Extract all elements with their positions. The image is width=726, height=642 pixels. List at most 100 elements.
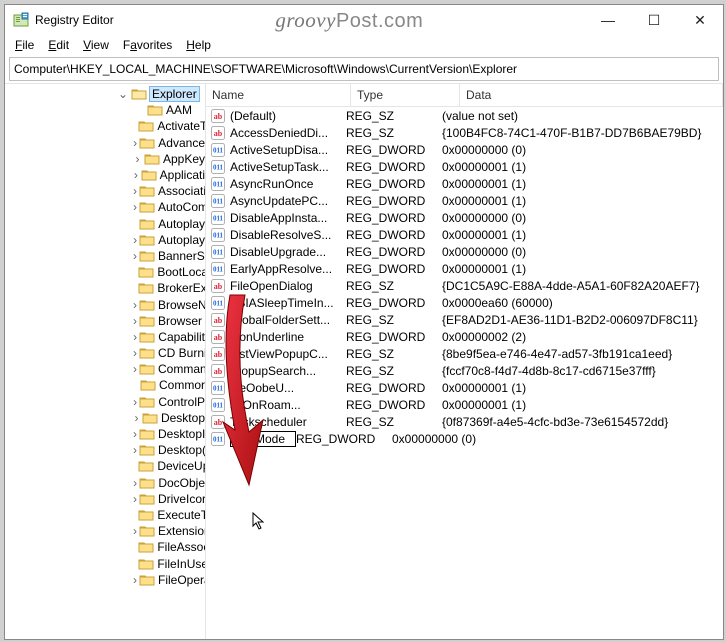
menu-help[interactable]: Help: [180, 36, 217, 54]
expand-icon[interactable]: ›: [133, 153, 142, 165]
list-header[interactable]: Name Type Data: [206, 84, 723, 107]
value-row[interactable]: abAccessDeniedDi...REG_SZ{100B4FC8-74C1-…: [206, 124, 723, 141]
value-name[interactable]: ListViewPopupC...: [230, 347, 346, 361]
value-name[interactable]: Taskscheduler: [230, 415, 346, 429]
value-row[interactable]: 011aitOnRoam...REG_DWORD0x00000001 (1): [206, 396, 723, 413]
tree-item[interactable]: ›Comman: [5, 361, 205, 377]
expand-icon[interactable]: ›: [133, 185, 137, 197]
expand-icon[interactable]: ›: [133, 363, 137, 375]
tree-item[interactable]: FileInUse: [5, 555, 205, 571]
tree-item[interactable]: FileAssoc: [5, 539, 205, 555]
value-name[interactable]: EarlyAppResolve...: [230, 262, 346, 276]
tree-item[interactable]: ›DriveIcor: [5, 491, 205, 507]
value-name[interactable]: IconUnderline: [230, 330, 346, 344]
expand-icon[interactable]: ›: [133, 493, 137, 505]
value-name[interactable]: /PopupSearch...: [230, 364, 346, 378]
tree-item[interactable]: ›DocObje: [5, 475, 205, 491]
expand-icon[interactable]: ›: [133, 234, 137, 246]
value-name[interactable]: GlobalFolderSett...: [230, 313, 346, 327]
value-row[interactable]: 011AsyncUpdatePC...REG_DWORD0x00000001 (…: [206, 192, 723, 209]
expand-icon[interactable]: ›: [133, 250, 137, 262]
value-name[interactable]: (Default): [230, 109, 346, 123]
menu-view[interactable]: View: [77, 36, 115, 54]
value-row[interactable]: 011DisableUpgrade...REG_DWORD0x00000000 …: [206, 243, 723, 260]
expand-icon[interactable]: ›: [133, 396, 137, 408]
value-row[interactable]: abGlobalFolderSett...REG_SZ{EF8AD2D1-AE3…: [206, 311, 723, 328]
tree-item[interactable]: ›BannerSt: [5, 248, 205, 264]
value-row[interactable]: abTaskschedulerREG_SZ{0f87369f-a4e5-4cfc…: [206, 413, 723, 430]
list-body[interactable]: ab(Default)REG_SZ(value not set)abAccess…: [206, 107, 723, 639]
expand-icon[interactable]: ›: [133, 299, 137, 311]
value-row[interactable]: 011FSIASleepTimeIn...REG_DWORD0x0000ea60…: [206, 294, 723, 311]
tree-item[interactable]: ›Capabilit: [5, 329, 205, 345]
expand-icon[interactable]: ›: [133, 525, 137, 537]
value-row[interactable]: 011DisableResolveS...REG_DWORD0x00000001…: [206, 226, 723, 243]
minimize-button[interactable]: —: [585, 5, 631, 35]
value-row[interactable]: ab(Default)REG_SZ(value not set): [206, 107, 723, 124]
value-row[interactable]: abListViewPopupC...REG_SZ{8be9f5ea-e746-…: [206, 345, 723, 362]
tree-item[interactable]: ›CD Burni: [5, 345, 205, 361]
tree-item[interactable]: ›FileOpera: [5, 572, 205, 588]
maximize-button[interactable]: ☐: [631, 5, 677, 35]
menu-file[interactable]: File: [9, 36, 40, 54]
value-name[interactable]: HubMode: [230, 431, 296, 447]
expand-icon[interactable]: ›: [133, 574, 137, 586]
tree-item-selected[interactable]: ⌄Explorer: [5, 86, 205, 102]
tree-item[interactable]: ›Autoplay: [5, 232, 205, 248]
expand-icon[interactable]: [133, 509, 136, 521]
tree-item[interactable]: ›AppKey: [5, 151, 205, 167]
tree-item[interactable]: ›ControlP: [5, 394, 205, 410]
tree-panel[interactable]: ⌄Explorer AAM ActivateT›Advance›AppKey›A…: [5, 84, 206, 639]
column-name[interactable]: Name: [206, 84, 351, 106]
expand-icon[interactable]: ›: [133, 444, 137, 456]
tree-item[interactable]: ›BrowseN: [5, 296, 205, 312]
close-button[interactable]: ✕: [677, 5, 723, 35]
expand-icon[interactable]: [133, 558, 136, 570]
menu-favorites[interactable]: Favorites: [117, 36, 178, 54]
tree-item[interactable]: Commor: [5, 377, 205, 393]
value-row[interactable]: 011DisableAppInsta...REG_DWORD0x00000000…: [206, 209, 723, 226]
value-row[interactable]: 011EarlyAppResolve...REG_DWORD0x00000001…: [206, 260, 723, 277]
column-type[interactable]: Type: [351, 84, 460, 106]
tree-item[interactable]: ›Desktop: [5, 410, 205, 426]
expand-icon[interactable]: [133, 460, 136, 472]
expand-icon[interactable]: [133, 218, 137, 230]
tree-item[interactable]: ActivateT: [5, 118, 205, 134]
value-name[interactable]: ActiveSetupTask...: [230, 160, 346, 174]
value-name[interactable]: AccessDeniedDi...: [230, 126, 346, 140]
value-name[interactable]: aitOnRoam...: [230, 398, 346, 412]
tree-item[interactable]: AAM: [5, 102, 205, 118]
expand-icon[interactable]: [133, 120, 136, 132]
tree-item[interactable]: ›Browser I: [5, 313, 205, 329]
tree-item[interactable]: ›DesktopI: [5, 426, 205, 442]
column-data[interactable]: Data: [460, 84, 723, 106]
expand-icon[interactable]: [133, 282, 136, 294]
expand-icon[interactable]: ›: [133, 169, 139, 181]
tree-item[interactable]: ›AutoCom: [5, 199, 205, 215]
expand-icon[interactable]: [133, 104, 145, 116]
tree-item[interactable]: Autoplay: [5, 216, 205, 232]
tree-item[interactable]: BootLoca: [5, 264, 205, 280]
value-name[interactable]: DisableAppInsta...: [230, 211, 346, 225]
tree-item[interactable]: DeviceUp: [5, 458, 205, 474]
tree-item[interactable]: BrokerExt: [5, 280, 205, 296]
menu-edit[interactable]: Edit: [42, 36, 75, 54]
value-row[interactable]: 011ineOobeU...REG_DWORD0x00000001 (1): [206, 379, 723, 396]
tree-item[interactable]: ›Desktop(: [5, 442, 205, 458]
collapse-icon[interactable]: ⌄: [117, 88, 129, 100]
expand-icon[interactable]: [133, 266, 136, 278]
value-name[interactable]: FSIASleepTimeIn...: [230, 296, 346, 310]
expand-icon[interactable]: ›: [133, 347, 137, 359]
address-bar[interactable]: Computer\HKEY_LOCAL_MACHINE\SOFTWARE\Mic…: [9, 57, 719, 81]
value-name[interactable]: ineOobeU...: [230, 381, 346, 395]
value-row[interactable]: 011HubModeREG_DWORD0x00000000 (0): [206, 430, 723, 447]
value-name[interactable]: FileOpenDialog: [230, 279, 346, 293]
titlebar[interactable]: Registry Editor groovyPost.com — ☐ ✕: [5, 5, 723, 35]
expand-icon[interactable]: ›: [133, 412, 140, 424]
value-name[interactable]: DisableUpgrade...: [230, 245, 346, 259]
value-name[interactable]: AsyncRunOnce: [230, 177, 346, 191]
value-row[interactable]: ab/PopupSearch...REG_SZ{fccf70c8-f4d7-4d…: [206, 362, 723, 379]
value-name[interactable]: DisableResolveS...: [230, 228, 346, 242]
tree-item[interactable]: ›Applicati: [5, 167, 205, 183]
expand-icon[interactable]: ›: [133, 201, 137, 213]
